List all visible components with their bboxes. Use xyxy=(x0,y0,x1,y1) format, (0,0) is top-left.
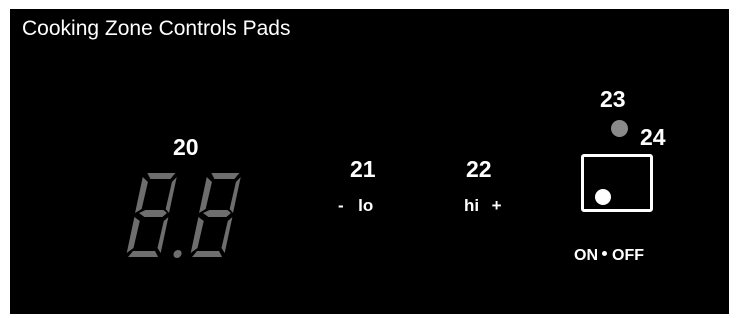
segment xyxy=(211,173,240,179)
seven-segment-display-icon xyxy=(118,169,248,261)
segment xyxy=(190,217,204,253)
segment xyxy=(157,217,169,253)
minus-label: - xyxy=(338,196,344,215)
callout-onoff-pad: 24 xyxy=(640,124,666,150)
segment xyxy=(126,217,140,253)
power-dot-icon xyxy=(595,189,611,205)
separator-dot-icon xyxy=(602,251,607,257)
segment xyxy=(221,217,233,253)
lo-pad[interactable]: - lo xyxy=(338,197,373,216)
segment xyxy=(192,251,223,257)
control-panel: Cooking Zone Controls Pads 20 21 - lo 22… xyxy=(10,9,729,314)
callout-indicator: 23 xyxy=(600,86,626,112)
on-off-pad[interactable] xyxy=(581,154,653,212)
segment xyxy=(229,177,241,213)
segment xyxy=(128,251,159,257)
callout-display: 20 xyxy=(173,134,199,160)
indicator-light-icon xyxy=(611,120,628,137)
segment xyxy=(165,177,177,213)
on-label: ON xyxy=(574,247,598,264)
callout-lo-pad: 21 xyxy=(350,156,376,182)
off-label: OFF xyxy=(612,247,644,264)
callout-hi-pad: 22 xyxy=(466,156,492,182)
plus-label: + xyxy=(491,196,502,215)
segment xyxy=(135,177,148,213)
hi-pad[interactable]: hi + xyxy=(464,197,502,216)
hi-label: hi xyxy=(464,196,480,215)
lo-label: lo xyxy=(358,196,374,215)
on-off-label: ON OFF xyxy=(574,248,644,264)
panel-title: Cooking Zone Controls Pads xyxy=(22,17,291,40)
decimal-point xyxy=(173,250,182,258)
segment xyxy=(147,173,176,179)
segment xyxy=(139,210,168,217)
segment xyxy=(203,210,232,217)
segment xyxy=(199,177,212,213)
